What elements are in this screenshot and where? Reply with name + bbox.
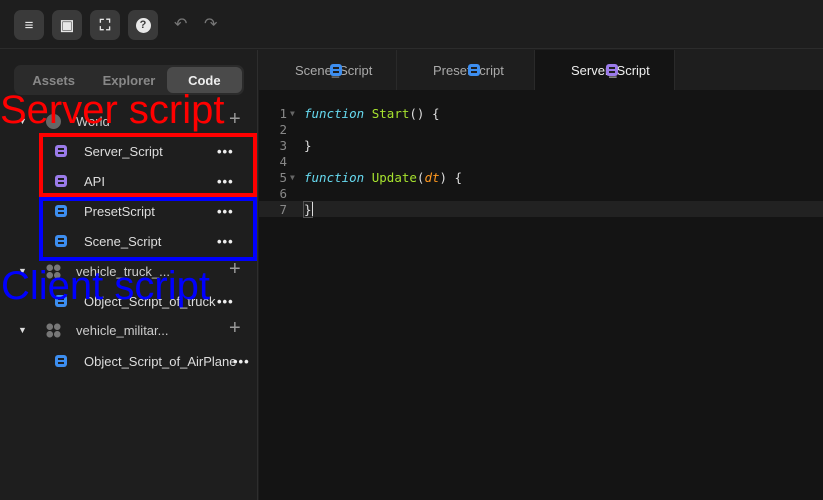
server-script-highlight	[39, 133, 257, 197]
client-script-highlight	[39, 197, 257, 261]
list-item[interactable]: Object_Script_of_AirPlane •••	[0, 346, 258, 376]
client-script-icon	[330, 64, 342, 76]
more-icon[interactable]: •••	[233, 354, 250, 369]
server-script-annotation: Server script	[0, 88, 225, 132]
client-script-icon	[468, 64, 480, 76]
tab-server-script[interactable]: Server_Script	[535, 50, 675, 90]
client-script-icon	[55, 355, 67, 367]
toolbar: ≡ ▣ ⛶ ? ↶ ↷	[0, 0, 823, 49]
object-group-icon	[46, 322, 61, 338]
fold-icon[interactable]: ▼	[287, 173, 304, 182]
inbox-icon: ▣	[59, 17, 75, 34]
add-icon[interactable]: +	[229, 317, 241, 340]
add-frame-icon: ⛶	[99, 16, 111, 34]
script-label: Object_Script_of_AirPlane	[84, 353, 237, 369]
fold-icon[interactable]: ▼	[287, 109, 304, 118]
redo-icon[interactable]: ↷	[204, 14, 217, 34]
tree-group-military[interactable]: ▼ vehicle_militar... +	[0, 315, 258, 345]
more-icon[interactable]: •••	[217, 294, 234, 309]
inbox-button[interactable]: ▣	[52, 10, 82, 40]
add-icon[interactable]: +	[229, 258, 241, 281]
tab-scene-script[interactable]: Scene_Script	[259, 50, 397, 90]
code-area[interactable]: 1 ▼ function Start() { 2 3} 4 5 ▼ function U…	[259, 105, 823, 218]
help-button[interactable]: ?	[128, 10, 158, 40]
add-icon[interactable]: +	[229, 108, 241, 131]
tree-group-label: vehicle_militar...	[76, 322, 169, 338]
code-editor: Scene_Script PresetScript Server_Script …	[259, 50, 823, 500]
undo-icon[interactable]: ↶	[174, 14, 187, 34]
menu-icon: ≡	[24, 16, 34, 34]
text-cursor	[311, 202, 313, 216]
tab-preset-script[interactable]: PresetScript	[397, 50, 535, 90]
add-frame-button[interactable]: ⛶	[90, 10, 120, 40]
client-script-annotation: Client script	[1, 264, 210, 308]
menu-button[interactable]: ≡	[14, 10, 44, 40]
editor-tabs: Scene_Script PresetScript Server_Script	[259, 50, 823, 90]
chevron-down-icon[interactable]: ▼	[18, 325, 27, 335]
help-icon: ?	[135, 17, 151, 33]
server-script-icon	[606, 64, 618, 76]
